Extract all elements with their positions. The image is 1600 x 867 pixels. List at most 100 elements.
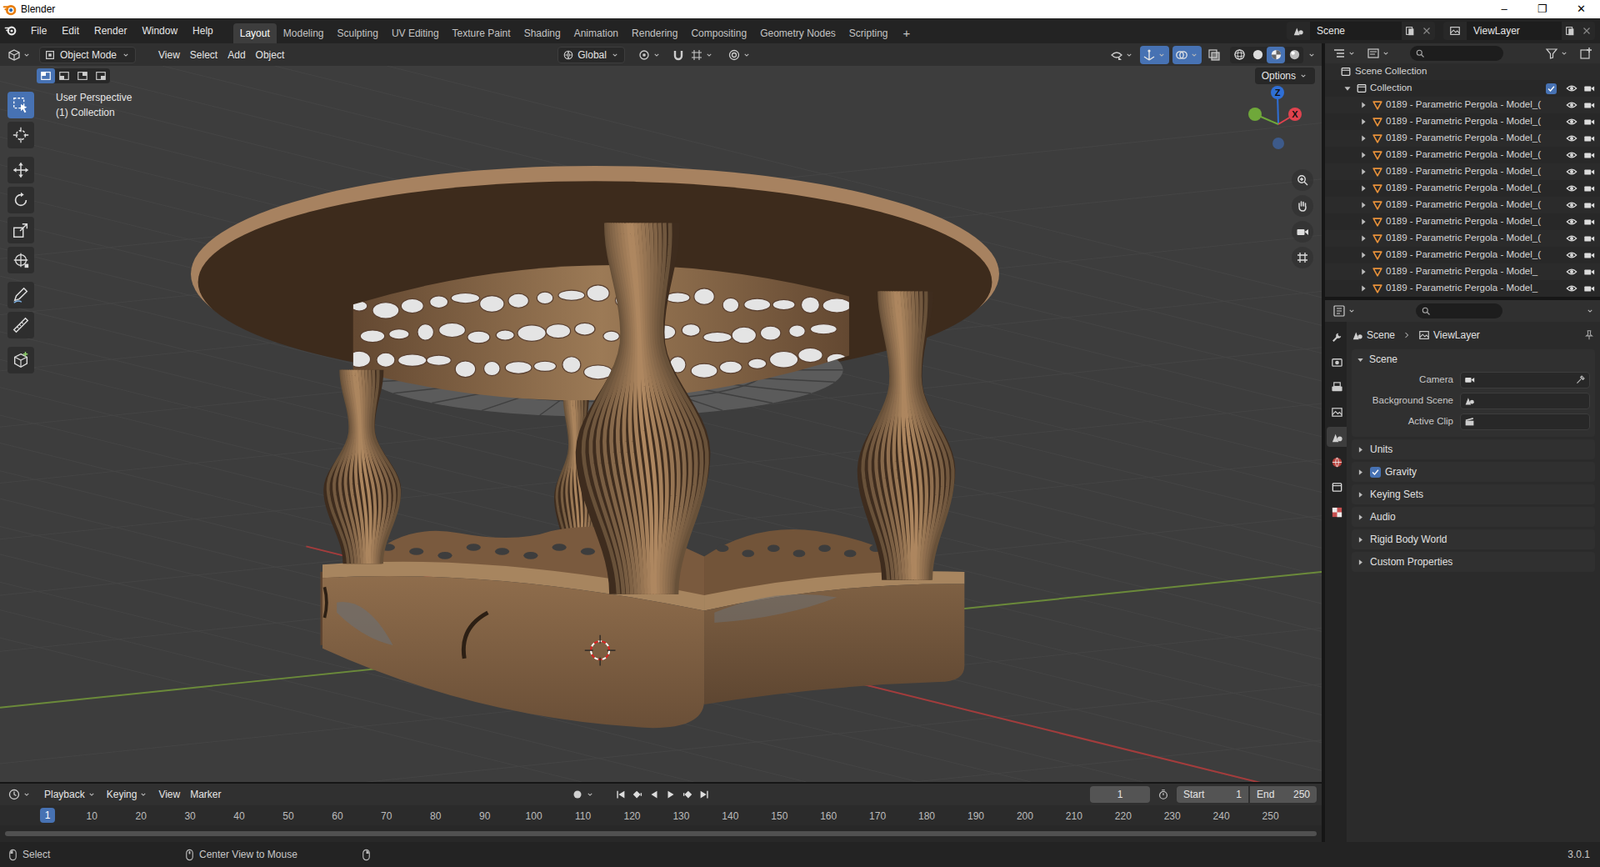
section-checkbox[interactable] (1370, 466, 1381, 478)
menu-item[interactable]: Help (185, 20, 221, 41)
property-field[interactable] (1460, 371, 1590, 389)
ortho-button[interactable] (1291, 246, 1314, 269)
outliner-row[interactable]: 0189 - Parametric Pergola - Model_( (1325, 213, 1600, 230)
visibility-toggle[interactable] (1564, 230, 1580, 247)
world-tab[interactable] (1326, 451, 1347, 472)
outliner-row[interactable]: 0189 - Parametric Pergola - Model_( (1325, 146, 1600, 164)
breadcrumb-item[interactable]: ViewLayer (1433, 327, 1480, 343)
render-toggle[interactable] (1581, 80, 1597, 97)
selection-mode-button[interactable] (91, 68, 110, 84)
menu-item[interactable]: File (23, 20, 55, 41)
add-cube-tool-button[interactable] (7, 346, 35, 374)
workspace-tab[interactable]: Scripting (842, 23, 895, 44)
property-field[interactable] (1460, 413, 1590, 430)
texture-tab[interactable] (1326, 501, 1347, 522)
pergola-scene[interactable] (0, 65, 1322, 782)
filter-button[interactable] (1542, 44, 1572, 63)
workspace-tab[interactable]: Compositing (684, 23, 754, 44)
end-frame-field[interactable]: End250 (1250, 785, 1317, 803)
viewport-menu[interactable]: View (153, 47, 185, 63)
render-toggle[interactable] (1581, 180, 1597, 197)
tool-tab[interactable] (1326, 326, 1347, 347)
properties-section[interactable]: Gravity (1351, 461, 1595, 482)
snap-button[interactable] (669, 45, 688, 65)
orientation-dropdown[interactable]: Global (557, 46, 625, 64)
visibility-toggle-button[interactable] (1107, 45, 1137, 65)
viewport-menu[interactable]: Select (185, 47, 223, 63)
camera-view-button[interactable] (1291, 220, 1314, 243)
outliner-row[interactable]: 0189 - Parametric Pergola - Model_ (1325, 280, 1600, 297)
selection-mode-button[interactable] (55, 68, 74, 84)
shading-mode-button[interactable] (1285, 46, 1304, 64)
visibility-toggle[interactable] (1564, 96, 1580, 114)
shading-mode-button[interactable] (1266, 46, 1285, 64)
viewport-menu[interactable]: Add (222, 47, 250, 63)
current-frame-field[interactable]: 1 (1090, 785, 1150, 803)
axis-label[interactable]: X (1291, 109, 1299, 120)
pivot-button[interactable] (635, 45, 665, 65)
visibility-toggle[interactable] (1564, 180, 1580, 197)
view-layer-selector-field[interactable]: ViewLayer (1466, 21, 1562, 40)
zoom-button[interactable] (1291, 169, 1314, 191)
breadcrumb-item[interactable]: Scene (1366, 327, 1395, 343)
visibility-toggle[interactable] (1564, 213, 1580, 230)
outliner-editor-button[interactable] (1330, 44, 1360, 63)
properties-section[interactable]: Audio (1351, 506, 1595, 527)
visibility-toggle[interactable] (1564, 263, 1580, 280)
outliner-row[interactable]: 0189 - Parametric Pergola - Model_( (1325, 180, 1600, 197)
outliner-row[interactable]: 0189 - Parametric Pergola - Model_( (1325, 196, 1600, 214)
render-toggle[interactable] (1581, 130, 1597, 147)
scale-tool-button[interactable] (7, 216, 35, 244)
outliner-search[interactable] (1410, 45, 1504, 61)
timeline-menu[interactable]: Marker (185, 786, 226, 802)
select-tool-button[interactable] (7, 91, 35, 119)
outliner-row[interactable]: 0189 - Parametric Pergola - Model_( (1325, 96, 1600, 114)
window-control[interactable]: – (1485, 0, 1524, 19)
visibility-toggle[interactable] (1564, 246, 1580, 264)
output-tab[interactable] (1326, 376, 1347, 397)
properties-section[interactable]: Rigid Body World (1351, 529, 1595, 550)
scene-selector-field[interactable]: Scene (1310, 21, 1402, 40)
previous-keyframe-button[interactable] (630, 785, 645, 803)
add-workspace-button[interactable]: + (895, 23, 920, 44)
shading-mode-button[interactable] (1230, 46, 1249, 64)
properties-section[interactable]: Units (1351, 439, 1595, 460)
rotate-tool-button[interactable] (7, 186, 35, 214)
proportional-button[interactable] (725, 45, 755, 65)
playhead[interactable]: 1 (40, 807, 55, 823)
scene-selector-type-button[interactable] (1286, 21, 1310, 40)
navigation-gizmo[interactable]: ZX (1236, 82, 1320, 166)
panel-header[interactable]: Scene (1351, 349, 1595, 370)
viewport-canvas[interactable]: User Perspective(1) CollectionOptionsZX (0, 65, 1322, 782)
visibility-toggle[interactable] (1564, 163, 1580, 180)
jump-end-button[interactable] (697, 785, 711, 803)
selection-mode-button[interactable] (36, 68, 55, 84)
render-toggle[interactable] (1581, 113, 1597, 130)
timeline-editor-button[interactable] (5, 785, 35, 804)
new-scene-selector-button[interactable] (1401, 21, 1419, 40)
move-tool-button[interactable] (7, 156, 35, 184)
transform-tool-button[interactable] (7, 246, 35, 274)
outliner-row[interactable]: Scene Collection (1325, 63, 1600, 80)
next-keyframe-button[interactable] (680, 785, 695, 803)
window-control[interactable]: ❐ (1523, 0, 1562, 19)
play-reverse-button[interactable] (647, 785, 661, 803)
annotate-tool-button[interactable] (7, 281, 35, 309)
remove-view-layer-selector-button[interactable] (1578, 21, 1595, 40)
visibility-toggle[interactable] (1564, 113, 1580, 130)
collection-tab[interactable] (1326, 476, 1347, 497)
overlay-toggle-button[interactable] (1172, 45, 1202, 65)
workspace-tab[interactable]: Modeling (276, 23, 331, 44)
jump-start-button[interactable] (614, 785, 628, 803)
menu-item[interactable]: Render (86, 20, 135, 41)
outliner-row[interactable]: 0189 - Parametric Pergola - Model_( (1325, 130, 1600, 147)
view-layer-selector-type-button[interactable] (1443, 21, 1467, 40)
measure-tool-button[interactable] (7, 311, 35, 339)
preview-range-button[interactable] (1153, 785, 1174, 803)
display-mode-button[interactable] (1364, 44, 1394, 63)
workspace-tab[interactable]: Rendering (625, 23, 685, 44)
remove-scene-selector-button[interactable] (1418, 21, 1435, 40)
outliner-row[interactable]: 0189 - Parametric Pergola - Model_( (1325, 163, 1600, 180)
workspace-tab[interactable]: UV Editing (385, 23, 446, 44)
exclude-checkbox[interactable] (1545, 83, 1557, 95)
